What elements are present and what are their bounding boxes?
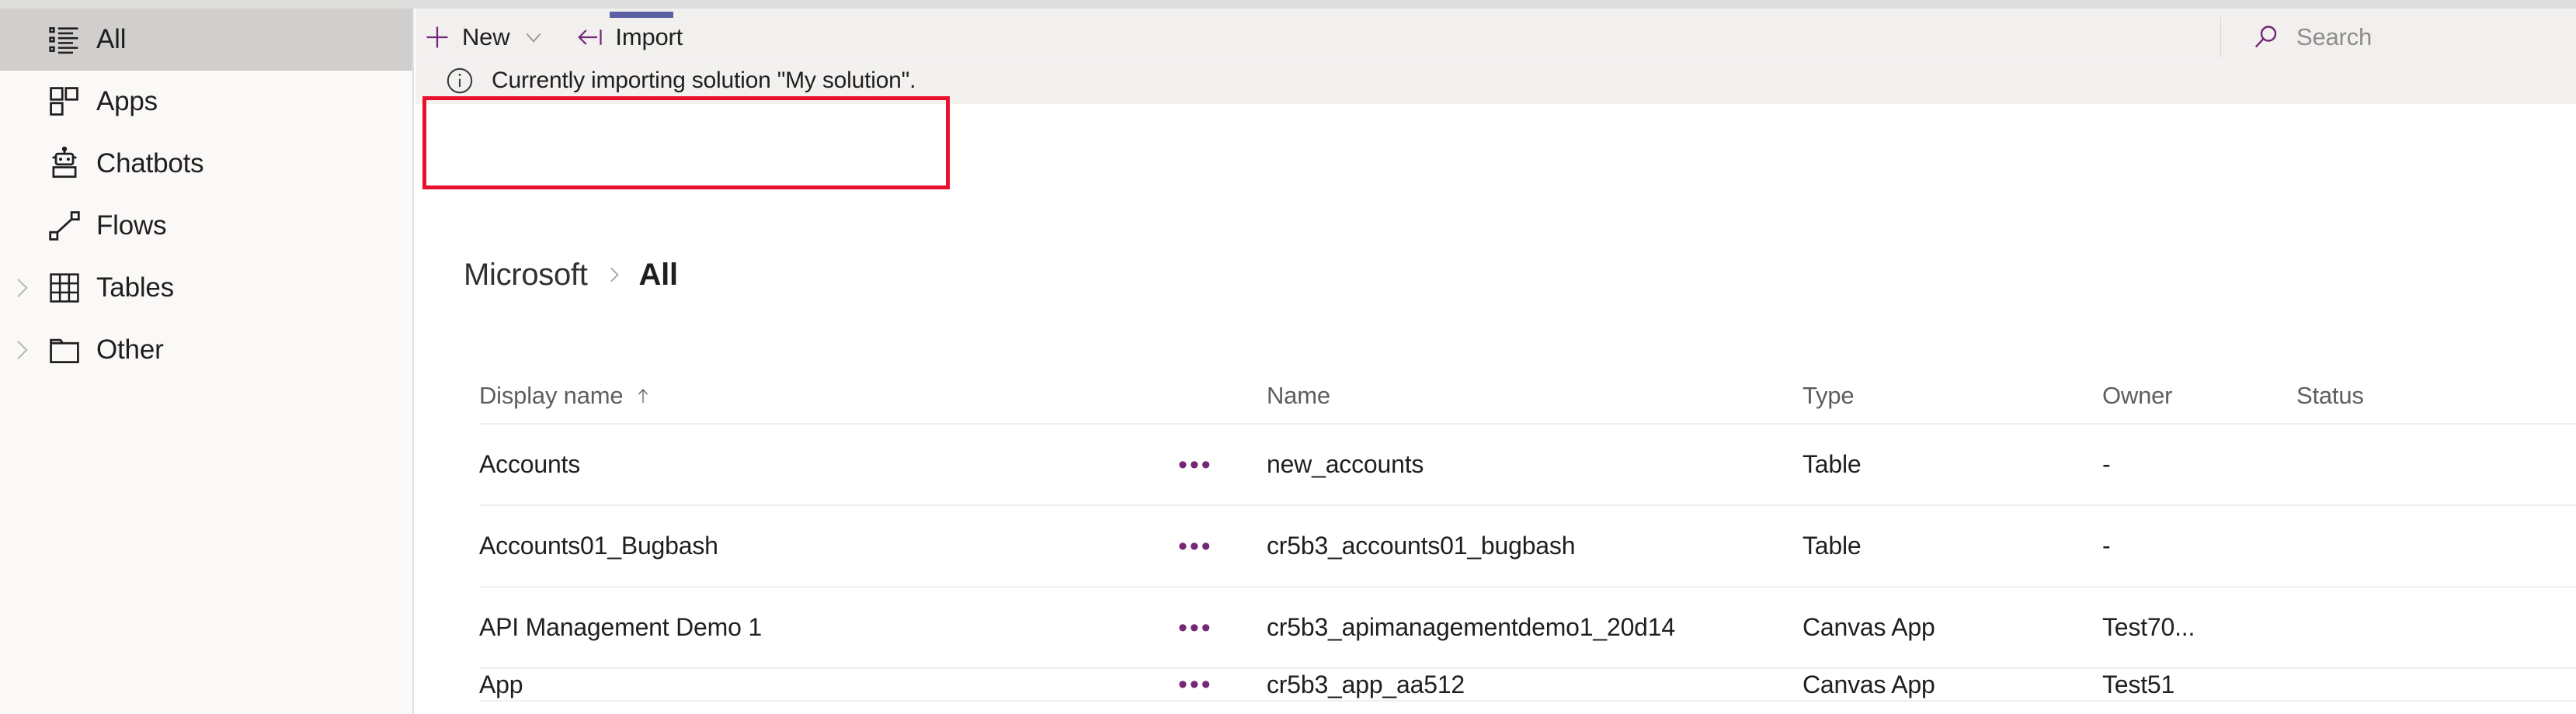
column-header-display-name[interactable]: Display name <box>479 382 1178 410</box>
cell-name: cr5b3_accounts01_bugbash <box>1267 532 1576 560</box>
chevron-right-icon[interactable] <box>6 319 37 381</box>
list-icon <box>44 9 85 71</box>
import-status-text: Currently importing solution "My solutio… <box>492 67 916 93</box>
sort-ascending-icon <box>634 386 652 405</box>
new-button-label: New <box>462 23 510 50</box>
robot-icon <box>44 133 85 195</box>
breadcrumb-item-publisher[interactable]: Microsoft <box>464 258 588 293</box>
sidebar-item-label: Tables <box>96 272 174 303</box>
table-row[interactable]: Accounts01_Bugbash ••• cr5b3_accounts01_… <box>479 506 2576 587</box>
chevron-right-icon[interactable] <box>6 257 37 319</box>
sidebar-item-label: Flows <box>96 210 167 241</box>
cell-display-name[interactable]: API Management Demo 1 <box>479 613 1178 642</box>
table-row[interactable]: App ••• cr5b3_app_aa512 Canvas App Test5… <box>479 669 2576 702</box>
column-header-label: Owner <box>2102 382 2173 409</box>
cell-type: Table <box>1803 532 1862 560</box>
breadcrumb-item-current: All <box>638 257 679 292</box>
sidebar-item-other[interactable]: Other <box>0 319 412 381</box>
row-actions-button[interactable]: ••• <box>1178 452 1267 478</box>
sidebar-item-tables[interactable]: Tables <box>0 257 412 319</box>
search-input[interactable]: Search <box>2220 17 2576 57</box>
column-header-label: Name <box>1267 382 1330 409</box>
table-row[interactable]: Accounts ••• new_accounts Table - <box>479 425 2576 506</box>
cell-type: Canvas App <box>1803 613 1935 641</box>
components-table: Display name Name Type Owner Status Acco… <box>479 369 2576 702</box>
sidebar-item-label: Other <box>96 334 164 365</box>
sidebar-item-label: All <box>96 24 127 54</box>
command-bar: New Import Search <box>415 9 2576 57</box>
apps-icon <box>44 71 85 133</box>
table-row[interactable]: API Management Demo 1 ••• cr5b3_apimanag… <box>479 587 2576 669</box>
cell-display-name[interactable]: App <box>479 671 1178 699</box>
cell-display-name[interactable]: Accounts01_Bugbash <box>479 532 1178 560</box>
cell-name: new_accounts <box>1267 450 1424 478</box>
left-navigation-sidebar: All Apps Chatbots Flows Tables Other <box>0 9 414 714</box>
more-options-icon[interactable]: ••• <box>1178 452 1213 478</box>
row-actions-button[interactable]: ••• <box>1178 615 1267 641</box>
search-icon <box>2252 23 2280 51</box>
cell-owner: Test70... <box>2102 613 2195 641</box>
column-header-type[interactable]: Type <box>1803 382 2102 410</box>
breadcrumb: Microsoft All <box>464 255 678 294</box>
import-status-message-bar: Currently importing solution "My solutio… <box>415 57 2576 104</box>
import-button[interactable]: Import <box>568 17 690 57</box>
more-options-icon[interactable]: ••• <box>1178 671 1213 698</box>
chevron-right-icon <box>603 265 624 285</box>
column-header-name[interactable]: Name <box>1267 382 1803 410</box>
cell-type: Canvas App <box>1803 670 1935 698</box>
cell-owner: - <box>2102 532 2111 560</box>
more-options-icon[interactable]: ••• <box>1178 533 1213 560</box>
list-view-content: Microsoft All Display name Name Type Own… <box>415 113 2576 714</box>
sidebar-item-label: Apps <box>96 86 158 116</box>
column-header-label: Type <box>1803 382 1855 409</box>
cell-owner: Test51 <box>2102 670 2175 698</box>
import-button-label: Import <box>615 23 683 50</box>
command-bar-buttons: New Import <box>415 17 690 57</box>
row-actions-button[interactable]: ••• <box>1178 533 1267 560</box>
main-content-area: New Import Search Currently importing so… <box>415 9 2576 714</box>
column-header-owner[interactable]: Owner <box>2102 382 2296 410</box>
column-header-status[interactable]: Status <box>2296 382 2491 410</box>
notification-region: Currently importing solution "My solutio… <box>415 57 2576 113</box>
column-header-label: Status <box>2296 382 2364 409</box>
sidebar-item-apps[interactable]: Apps <box>0 71 412 133</box>
table-header-row: Display name Name Type Owner Status <box>479 369 2576 425</box>
cell-type: Table <box>1803 450 1862 478</box>
new-button[interactable]: New <box>415 17 551 57</box>
chevron-down-icon[interactable] <box>523 27 544 47</box>
sidebar-item-chatbots[interactable]: Chatbots <box>0 133 412 195</box>
folder-icon <box>44 319 85 381</box>
window-top-strip-right <box>414 0 2576 9</box>
info-icon <box>445 66 475 95</box>
more-options-icon[interactable]: ••• <box>1178 615 1213 641</box>
grid-icon <box>44 257 85 319</box>
solutions-explorer-page: All Apps Chatbots Flows Tables Other New… <box>0 0 2576 714</box>
import-arrow-icon <box>576 23 604 51</box>
cell-display-name[interactable]: Accounts <box>479 450 1178 479</box>
sidebar-item-all[interactable]: All <box>0 9 412 71</box>
cell-name: cr5b3_apimanagementdemo1_20d14 <box>1267 613 1675 641</box>
cell-owner: - <box>2102 450 2111 478</box>
cell-name: cr5b3_app_aa512 <box>1267 670 1465 698</box>
sidebar-item-flows[interactable]: Flows <box>0 195 412 257</box>
plus-icon <box>423 23 451 51</box>
column-header-label: Display name <box>479 382 624 409</box>
row-actions-button[interactable]: ••• <box>1178 671 1267 698</box>
search-placeholder: Search <box>2296 23 2373 50</box>
sidebar-item-label: Chatbots <box>96 148 204 178</box>
flow-icon <box>44 195 85 257</box>
